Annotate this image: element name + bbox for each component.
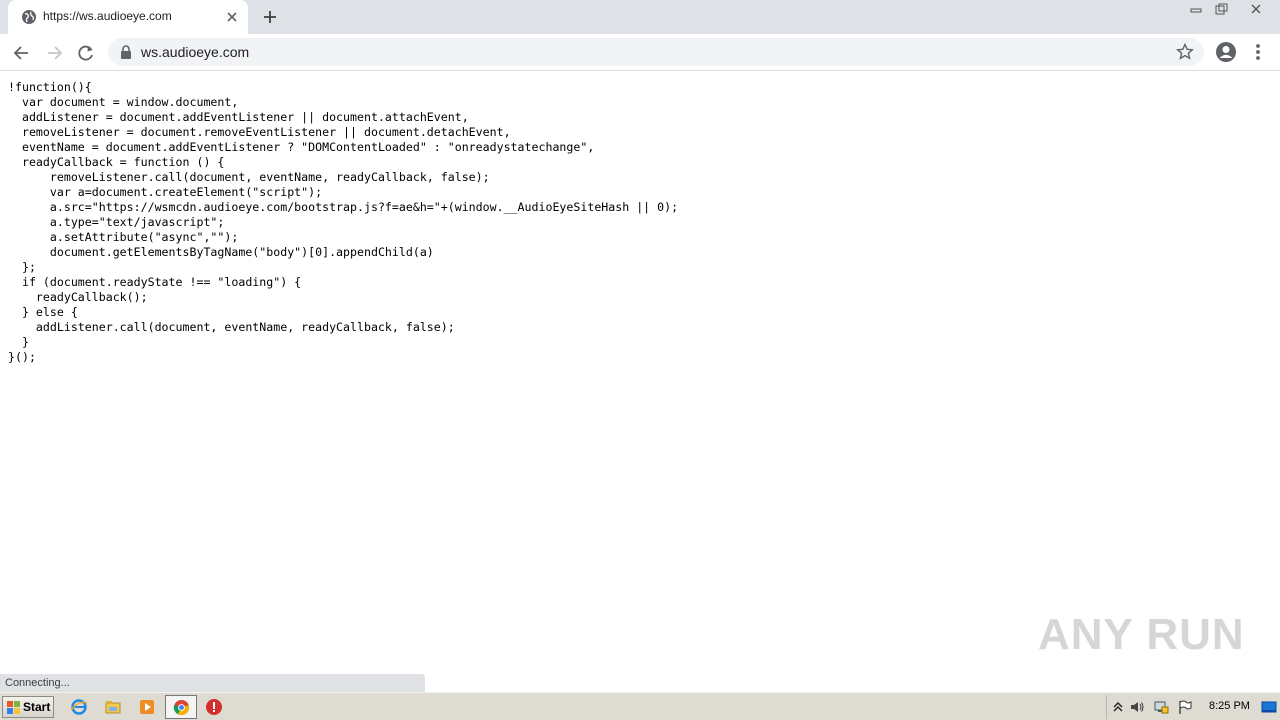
stop-sign-icon[interactable] (205, 698, 223, 716)
profile-avatar-icon[interactable] (1215, 41, 1237, 63)
minimize-icon (1190, 8, 1202, 13)
windows-logo-icon (7, 701, 20, 714)
code-line: var document = window.document, (8, 95, 239, 109)
code-line: a.type="text/javascript"; (8, 215, 225, 229)
start-button[interactable]: Start (2, 696, 54, 718)
volume-icon[interactable] (1129, 699, 1145, 715)
taskbar: Start 8:25 PM (0, 692, 1280, 720)
bookmark-star-icon[interactable] (1176, 43, 1194, 61)
back-arrow-icon[interactable] (11, 42, 33, 64)
chrome-icon (173, 699, 190, 716)
show-hidden-icons-icon[interactable] (1110, 699, 1126, 715)
action-center-flag-icon[interactable] (1177, 699, 1193, 715)
url-text[interactable]: ws.audioeye.com (141, 44, 249, 60)
kebab-menu-icon[interactable] (1250, 41, 1266, 63)
code-line: document.getElementsByTagName("body")[0]… (8, 245, 434, 259)
close-window-icon (1251, 4, 1261, 14)
close-window-button[interactable] (1241, 0, 1271, 18)
code-line: a.src="https://wsmcdn.audioeye.com/boots… (8, 200, 679, 214)
code-line: addListener.call(document, eventName, re… (8, 320, 455, 334)
code-line: readyCallback = function () { (8, 155, 225, 169)
start-label: Start (23, 700, 51, 714)
source-code-text: !function(){ var document = window.docum… (8, 80, 678, 365)
code-line: } (8, 335, 29, 349)
browser-window: https://ws.audioeye.com ws.audioeye.com … (0, 0, 1280, 692)
code-line: readyCallback(); (8, 290, 148, 304)
tab-strip: https://ws.audioeye.com (0, 0, 1280, 34)
address-bar[interactable]: ws.audioeye.com (108, 38, 1204, 66)
system-tray: 8:25 PM (1106, 695, 1280, 719)
code-line: if (document.readyState !== "loading") { (8, 275, 302, 289)
network-icon[interactable] (1153, 699, 1169, 715)
browser-tab[interactable]: https://ws.audioeye.com (8, 0, 248, 34)
new-tab-icon[interactable] (260, 7, 280, 27)
code-line: }; (8, 260, 36, 274)
status-text: Connecting... (5, 677, 70, 689)
code-line: removeListener = document.removeEventLis… (8, 125, 511, 139)
code-line: var a=document.createElement("script"); (8, 185, 323, 199)
chrome-taskbar-button[interactable] (165, 695, 197, 719)
restore-button[interactable] (1208, 0, 1234, 18)
forward-arrow-icon[interactable] (43, 42, 65, 64)
close-tab-icon[interactable] (224, 9, 240, 25)
anyrun-watermark: ANY RUN (1038, 610, 1245, 659)
code-line: } else { (8, 305, 78, 319)
tab-title: https://ws.audioeye.com (43, 9, 172, 23)
media-player-icon[interactable] (138, 698, 156, 716)
reload-icon[interactable] (75, 42, 97, 64)
code-line: removeListener.call(document, eventName,… (8, 170, 490, 184)
globe-icon (22, 10, 36, 24)
code-line: addListener = document.addEventListener … (8, 110, 469, 124)
internet-explorer-icon[interactable] (70, 698, 88, 716)
show-desktop-icon[interactable] (1261, 699, 1277, 715)
status-bubble: Connecting... (0, 674, 425, 692)
file-explorer-icon[interactable] (104, 698, 122, 716)
browser-toolbar: ws.audioeye.com (0, 34, 1280, 71)
code-line: !function(){ (8, 80, 92, 94)
code-line: }(); (8, 350, 36, 364)
taskbar-clock[interactable]: 8:25 PM (1209, 700, 1250, 712)
restore-icon (1215, 3, 1228, 15)
page-content: !function(){ var document = window.docum… (0, 72, 1280, 692)
minimize-button[interactable] (1183, 0, 1209, 18)
code-line: a.setAttribute("async",""); (8, 230, 239, 244)
lock-icon[interactable] (120, 45, 132, 59)
code-line: eventName = document.addEventListener ? … (8, 140, 595, 154)
